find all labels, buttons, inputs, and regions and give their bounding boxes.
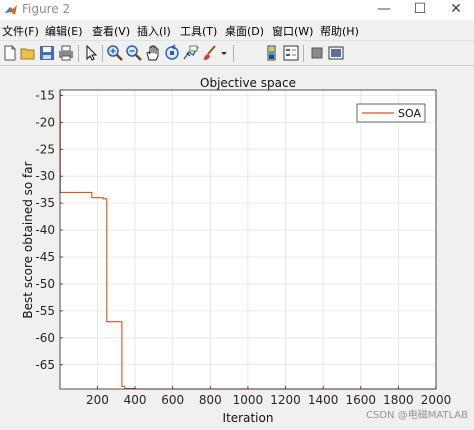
plot-canvas: 200 400 600 800 1000 1200 1400 1600 1800 2000 -15… bbox=[21, 76, 468, 425]
x-tick-label: 1400 bbox=[308, 393, 339, 407]
x-tick-label: 200 bbox=[86, 393, 109, 407]
y-tick-label: -35 bbox=[35, 196, 55, 210]
legend-icon[interactable] bbox=[282, 44, 300, 62]
y-tick-label: -50 bbox=[35, 277, 55, 291]
x-tick-label: 2000 bbox=[421, 393, 452, 407]
matlab-app-icon bbox=[5, 5, 17, 15]
legend: SOA bbox=[356, 103, 426, 123]
x-tick-label: 800 bbox=[199, 393, 222, 407]
maximize-button[interactable]: ☐ bbox=[402, 0, 438, 20]
dropdown-arrow-icon[interactable] bbox=[219, 44, 229, 62]
zoom-in-icon[interactable] bbox=[106, 44, 124, 62]
close-button[interactable]: ✕ bbox=[438, 0, 474, 20]
toolbar-separator bbox=[233, 45, 234, 62]
menu-insert[interactable]: 插入(I) bbox=[137, 23, 171, 39]
pointer-icon[interactable] bbox=[82, 44, 100, 62]
open-file-icon[interactable] bbox=[19, 44, 37, 62]
menu-window[interactable]: 窗口(W) bbox=[272, 23, 313, 39]
show-plot-tools-icon[interactable] bbox=[327, 44, 345, 62]
x-tick-label: 400 bbox=[124, 393, 147, 407]
minimize-button[interactable]: — bbox=[366, 0, 402, 20]
y-axis-label: Best score obtained so far bbox=[21, 161, 35, 318]
y-tick-label: -25 bbox=[35, 142, 55, 156]
watermark: CSDN @电磁MATLAB bbox=[366, 408, 468, 421]
y-tick-label: -45 bbox=[35, 250, 55, 264]
menu-help[interactable]: 帮助(H) bbox=[320, 23, 359, 39]
legend-label-soa: SOA bbox=[398, 107, 421, 120]
save-icon[interactable] bbox=[38, 44, 56, 62]
y-tick-label: -65 bbox=[35, 358, 55, 372]
toolbar-separator bbox=[78, 45, 79, 62]
title-bar: Figure 2 — ☐ ✕ bbox=[0, 0, 474, 20]
zoom-out-icon[interactable] bbox=[125, 44, 143, 62]
brush-icon[interactable] bbox=[201, 44, 219, 62]
x-tick-label: 1600 bbox=[345, 393, 376, 407]
new-figure-icon[interactable] bbox=[1, 44, 19, 62]
y-axis: -15 -20 -25 -30 -35 -40 -45 -50 -55 -60 -65 bbox=[35, 88, 63, 372]
hide-plot-tools-icon[interactable] bbox=[308, 44, 326, 62]
menu-view[interactable]: 查看(V) bbox=[92, 23, 130, 39]
menu-tools[interactable]: 工具(T) bbox=[180, 23, 217, 39]
rotate-3d-icon[interactable] bbox=[163, 44, 181, 62]
menu-edit[interactable]: 编辑(E) bbox=[45, 23, 83, 39]
menu-desktop[interactable]: 桌面(D) bbox=[225, 23, 264, 39]
y-tick-label: -15 bbox=[35, 88, 55, 102]
x-axis-label: Iteration bbox=[223, 411, 274, 425]
y-tick-label: -55 bbox=[35, 304, 55, 318]
y-tick-label: -20 bbox=[35, 115, 55, 129]
pan-icon[interactable] bbox=[144, 44, 162, 62]
menu-file[interactable]: 文件(F) bbox=[2, 23, 39, 39]
x-tick-label: 1200 bbox=[270, 393, 301, 407]
y-tick-label: -60 bbox=[35, 331, 55, 345]
chart-title: Objective space bbox=[200, 76, 296, 90]
toolbar-separator bbox=[303, 45, 304, 62]
y-tick-label: -30 bbox=[35, 169, 55, 183]
x-tick-label: 1000 bbox=[233, 393, 264, 407]
y-tick-label: -40 bbox=[35, 223, 55, 237]
print-icon[interactable] bbox=[57, 44, 75, 62]
colorbar-icon[interactable] bbox=[263, 44, 281, 62]
data-cursor-icon[interactable] bbox=[182, 44, 200, 62]
menu-bar: 文件(F) 编辑(E) 查看(V) 插入(I) 工具(T) 桌面(D) 窗口(W… bbox=[0, 20, 474, 40]
x-tick-label: 1800 bbox=[383, 393, 414, 407]
toolbar bbox=[0, 40, 474, 66]
window-title: Figure 2 bbox=[22, 2, 71, 16]
figure-area: 200 400 600 800 1000 1200 1400 1600 1800 2000 -15… bbox=[0, 67, 474, 426]
x-tick-label: 600 bbox=[161, 393, 184, 407]
toolbar-separator bbox=[102, 45, 103, 62]
